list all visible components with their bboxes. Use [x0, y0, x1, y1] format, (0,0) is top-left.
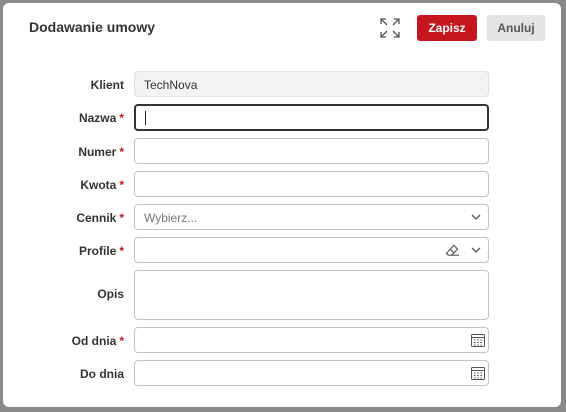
date-to-label: Do dnia — [80, 367, 124, 381]
date-to-input[interactable] — [134, 360, 489, 386]
eraser-icon[interactable] — [445, 243, 460, 258]
name-label: Nazwa * — [78, 111, 124, 125]
profile-label: Profile * — [78, 244, 124, 258]
date-from-input[interactable] — [134, 327, 489, 353]
chevron-down-icon[interactable] — [470, 244, 482, 256]
client-label: Klient — [90, 78, 124, 92]
add-contract-dialog: Dodawanie umowy Zapisz Anuluj Klient Tec… — [3, 3, 561, 407]
amount-input[interactable] — [134, 171, 489, 197]
pricelist-label: Cennik * — [76, 211, 124, 225]
required-marker: * — [119, 178, 124, 192]
pricelist-placeholder: Wybierz... — [144, 211, 198, 225]
dialog-title: Dodawanie umowy — [29, 19, 156, 35]
required-marker: * — [119, 111, 124, 125]
required-marker: * — [119, 211, 124, 225]
required-marker: * — [119, 334, 124, 348]
pricelist-select[interactable]: Wybierz... — [134, 204, 489, 230]
description-textarea[interactable] — [134, 270, 489, 320]
amount-label: Kwota * — [80, 178, 124, 192]
calendar-icon[interactable] — [471, 333, 485, 347]
number-label: Numer * — [78, 145, 124, 159]
required-marker: * — [119, 145, 124, 159]
chevron-down-icon[interactable] — [470, 211, 482, 223]
date-from-label: Od dnia * — [71, 334, 124, 348]
profile-select[interactable] — [134, 237, 489, 263]
client-field: TechNova — [134, 71, 489, 97]
expand-icon[interactable] — [380, 18, 400, 38]
calendar-icon[interactable] — [471, 366, 485, 380]
client-value: TechNova — [144, 78, 198, 92]
required-marker: * — [119, 244, 124, 258]
name-input[interactable] — [134, 104, 489, 131]
save-button[interactable]: Zapisz — [417, 15, 477, 41]
cancel-button[interactable]: Anuluj — [487, 15, 545, 41]
number-input[interactable] — [134, 138, 489, 164]
text-caret — [145, 111, 146, 125]
description-label: Opis — [97, 287, 124, 301]
